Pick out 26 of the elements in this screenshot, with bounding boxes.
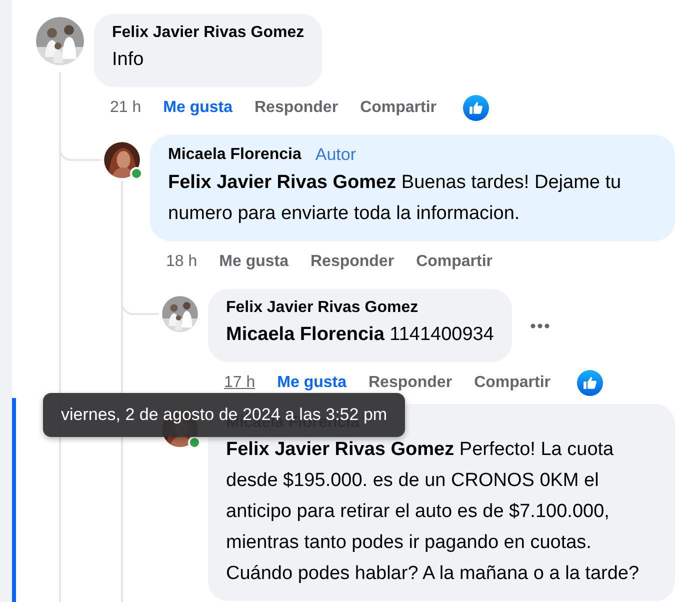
author-name[interactable]: Felix Javier Rivas Gomez: [112, 24, 304, 42]
avatar[interactable]: [36, 17, 84, 65]
like-icon[interactable]: [576, 370, 603, 396]
comment-text: Felix Javier Rivas Gomez Buenas tardes! Dejame tu numero para enviarte toda la informacion.: [168, 171, 622, 226]
like-icon[interactable]: [462, 95, 489, 121]
reply-button[interactable]: Responder: [254, 99, 338, 117]
timestamp-link[interactable]: 21 h: [110, 99, 142, 117]
like-button[interactable]: Me gusta: [219, 253, 288, 271]
author-name[interactable]: Micaela Florencia: [168, 146, 302, 164]
avatar[interactable]: [162, 296, 198, 332]
avatar[interactable]: [104, 142, 140, 178]
like-button[interactable]: Me gusta: [277, 374, 346, 392]
more-icon[interactable]: [530, 322, 550, 328]
comment-text: Micaela Florencia 1141400934: [226, 323, 494, 347]
reply-button[interactable]: Responder: [310, 253, 394, 271]
comment-text: Info: [112, 48, 145, 72]
share-button[interactable]: Compartir: [416, 253, 493, 271]
share-button[interactable]: Compartir: [360, 99, 437, 117]
timestamp-link[interactable]: 17 h: [224, 374, 256, 392]
like-button[interactable]: Me gusta: [163, 99, 232, 117]
timestamp-link[interactable]: 18 h: [166, 253, 198, 271]
reply-button[interactable]: Responder: [368, 374, 452, 392]
share-button[interactable]: Compartir: [474, 374, 551, 392]
author-name[interactable]: Felix Javier Rivas Gomez: [226, 299, 418, 317]
comment-text: Felix Javier Rivas Gomez Perfecto! La cuota desde $195.000. es de un CRONOS 0KM el anticipo para retirar el auto es de $7.100.000, mientras tanto podes ir pagando en cuotas. Cuándo podes hablar? A la mañana o a la tarde?: [226, 438, 640, 586]
author-label: Autor: [315, 145, 356, 165]
